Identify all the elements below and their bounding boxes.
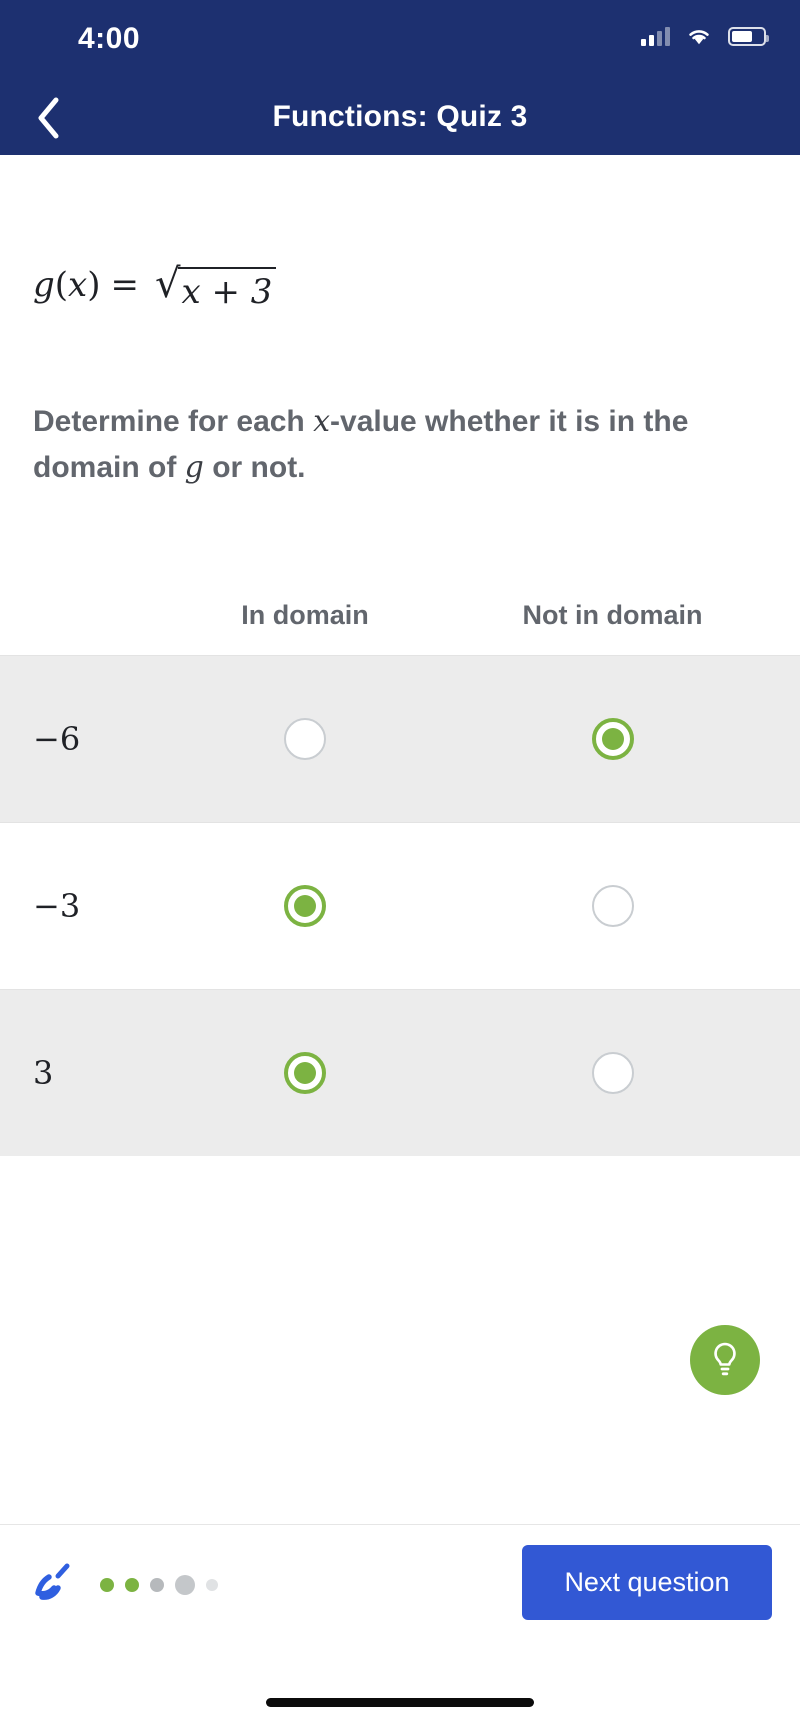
prompt-text-1: Determine for each bbox=[33, 405, 314, 438]
table-row: −6 bbox=[0, 655, 800, 822]
status-bar-time: 4:00 bbox=[78, 22, 141, 55]
formula-equals: = bbox=[110, 265, 139, 305]
progress-dots bbox=[100, 1575, 218, 1595]
khan-academy-logo-icon[interactable] bbox=[28, 1559, 76, 1607]
progress-dot[interactable] bbox=[150, 1578, 164, 1592]
row-cell-not-in-domain bbox=[425, 1052, 800, 1094]
page-title: Functions: Quiz 3 bbox=[272, 99, 528, 133]
row-x-value: −6 bbox=[33, 720, 81, 758]
cellular-signal-icon bbox=[641, 26, 670, 46]
formula-open-paren: ( bbox=[54, 265, 69, 305]
prompt-variable-x: x bbox=[313, 404, 331, 439]
formula-variable: x bbox=[68, 265, 88, 305]
column-header-not-in-domain: Not in domain bbox=[522, 599, 703, 630]
radio-in-domain[interactable] bbox=[284, 1052, 326, 1094]
radio-not-in-domain[interactable] bbox=[591, 885, 634, 927]
table-body: −6 −3 3 bbox=[0, 655, 800, 1156]
function-formula: g ( x ) = √ x + 3 bbox=[33, 261, 277, 312]
progress-dot[interactable] bbox=[125, 1578, 139, 1592]
formula-close-paren: ) bbox=[87, 265, 101, 305]
radical-icon: √ bbox=[154, 261, 181, 307]
table-row: 3 bbox=[0, 989, 800, 1156]
row-cell-not-in-domain bbox=[425, 718, 800, 760]
formula-function-name: g bbox=[33, 265, 55, 305]
quiz-screen: 4:00 Functions: Quiz 3 g (x) = √ x + 3… bbox=[0, 0, 800, 1731]
row-cell-in-domain bbox=[185, 885, 425, 927]
hint-button[interactable] bbox=[690, 1325, 760, 1395]
radio-in-domain[interactable] bbox=[284, 885, 326, 927]
lightbulb-icon bbox=[714, 1342, 736, 1376]
row-x-value: −3 bbox=[33, 887, 81, 925]
nav-bar: Functions: Quiz 3 bbox=[0, 78, 800, 155]
prompt-variable-g: g bbox=[184, 449, 204, 485]
app-header: 4:00 Functions: Quiz 3 bbox=[0, 0, 800, 155]
next-question-button[interactable]: Next question bbox=[522, 1545, 772, 1620]
progress-dot[interactable] bbox=[175, 1575, 195, 1595]
progress-dot[interactable] bbox=[206, 1579, 218, 1591]
row-x-value: 3 bbox=[33, 1054, 54, 1092]
question-prompt: Determine for each x-value whether it is… bbox=[33, 399, 693, 490]
row-cell-in-domain bbox=[185, 1052, 425, 1094]
home-indicator bbox=[266, 1698, 534, 1707]
battery-icon bbox=[728, 26, 769, 46]
wifi-icon bbox=[686, 26, 712, 46]
radio-in-domain[interactable] bbox=[284, 718, 326, 760]
row-cell-not-in-domain bbox=[425, 885, 800, 927]
radio-not-in-domain[interactable] bbox=[591, 1052, 634, 1094]
footer-bar: Next question bbox=[0, 1524, 800, 1641]
formula-radicand: x + 3 bbox=[178, 267, 277, 312]
column-header-in-domain: In domain bbox=[241, 599, 369, 630]
prompt-text-3: or not. bbox=[203, 450, 306, 484]
square-root-expression: √ x + 3 bbox=[154, 261, 277, 312]
table-header-row: In domain Not in domain bbox=[0, 580, 800, 650]
progress-dot[interactable] bbox=[100, 1578, 114, 1592]
question-content: g ( x ) = √ x + 3 Determine for each x-v… bbox=[0, 155, 800, 1731]
radio-not-in-domain[interactable] bbox=[591, 718, 634, 760]
row-cell-in-domain bbox=[185, 718, 425, 760]
table-row: −3 bbox=[0, 822, 800, 989]
status-bar-icons bbox=[641, 26, 769, 46]
status-bar: 4:00 bbox=[0, 0, 800, 78]
